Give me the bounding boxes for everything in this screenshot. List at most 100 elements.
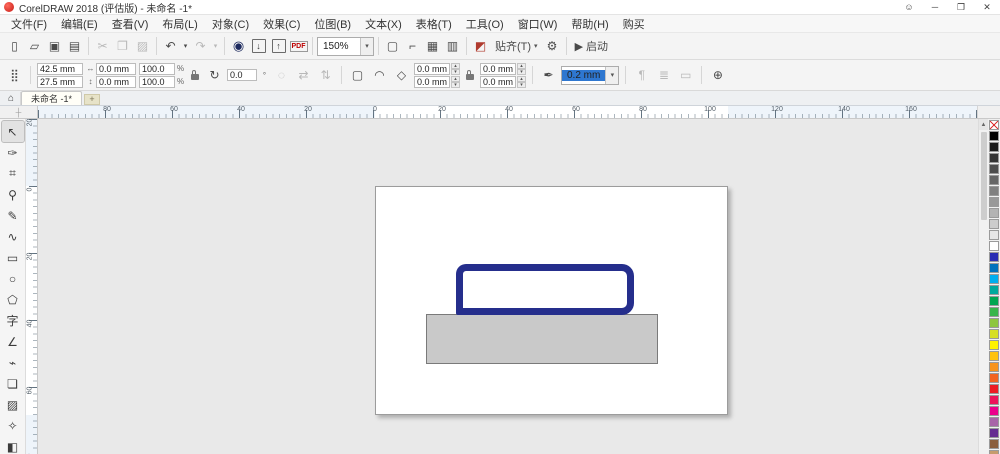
horizontal-ruler[interactable]: 80 60 40 20 0 20 40 60 80 100 120 140 160	[38, 106, 977, 118]
color-swatch[interactable]	[989, 318, 999, 328]
color-swatch[interactable]	[989, 153, 999, 163]
step-down-icon[interactable]: ▾	[517, 68, 526, 75]
print-button[interactable]: ▤	[65, 37, 84, 56]
lock-corners-button[interactable]	[463, 65, 477, 85]
object-height[interactable]	[96, 75, 136, 88]
step-down-icon[interactable]: ▾	[517, 81, 526, 88]
object-position-x[interactable]	[37, 62, 83, 75]
rectangle-tool[interactable]: ▭	[2, 247, 24, 268]
home-tab-button[interactable]: ⌂	[2, 92, 21, 105]
color-swatch[interactable]	[989, 219, 999, 229]
rotation-angle[interactable]	[227, 69, 257, 81]
color-swatch[interactable]	[989, 131, 999, 141]
eyedropper-tool[interactable]: ✧	[2, 415, 24, 436]
base-rectangle[interactable]	[426, 314, 658, 364]
search-content-button[interactable]: ◉	[229, 37, 248, 56]
close-button[interactable]: ✕	[974, 0, 1000, 14]
scroll-up-button[interactable]: ▲	[979, 119, 988, 130]
maximize-button[interactable]: ❐	[948, 0, 974, 14]
drop-shadow-tool[interactable]: ❏	[2, 373, 24, 394]
color-swatch[interactable]	[989, 296, 999, 306]
menu-item[interactable]: 文件(F)	[4, 16, 54, 32]
save-button[interactable]: ▣	[45, 37, 64, 56]
color-swatch[interactable]	[989, 329, 999, 339]
stepper[interactable]: ▴ ▾	[517, 62, 526, 75]
zoom-dropdown-icon[interactable]: ▾	[360, 37, 373, 55]
artistic-media-tool[interactable]: ∿	[2, 226, 24, 247]
color-swatch[interactable]	[989, 439, 999, 449]
color-swatch[interactable]	[989, 373, 999, 383]
corner-radius-top-right[interactable]	[480, 62, 516, 75]
grid-options-icon[interactable]: ⣿	[5, 66, 24, 85]
mirror-horizontal-button[interactable]: ⇄	[294, 66, 313, 85]
color-swatch[interactable]	[989, 175, 999, 185]
lock-ratio-button[interactable]	[188, 65, 202, 85]
document-tab[interactable]: 未命名 -1*	[21, 91, 83, 105]
options-button[interactable]: ⚙	[543, 37, 562, 56]
color-swatch[interactable]	[989, 307, 999, 317]
object-width[interactable]	[96, 62, 136, 75]
dimension-tool[interactable]: ∠	[2, 331, 24, 352]
ruler-origin[interactable]: ┼	[0, 106, 38, 118]
edit-fill-button[interactable]: ▭	[676, 66, 695, 85]
frame-shape[interactable]	[456, 264, 634, 315]
open-button[interactable]: ▱	[25, 37, 44, 56]
snap-to-button[interactable]: 贴齐(T) ▾	[491, 37, 542, 56]
redo-dropdown-icon[interactable]: ▾	[211, 37, 220, 56]
chamfered-corner-button[interactable]: ◇	[392, 66, 411, 85]
skew-icon[interactable]: ◌	[272, 66, 291, 85]
color-swatch[interactable]	[989, 406, 999, 416]
menu-item[interactable]: 帮助(H)	[564, 16, 615, 32]
color-swatch[interactable]	[989, 340, 999, 350]
drawing-canvas[interactable]	[38, 119, 978, 454]
text-properties-button[interactable]: ≣	[654, 66, 673, 85]
mirror-vertical-button[interactable]: ⇅	[316, 66, 335, 85]
menu-item[interactable]: 编辑(E)	[54, 16, 105, 32]
color-swatch[interactable]	[989, 274, 999, 284]
scrollbar-thumb[interactable]	[980, 132, 987, 220]
no-color-swatch[interactable]	[989, 120, 999, 130]
show-grid-button[interactable]: ▦	[423, 37, 442, 56]
object-position-y[interactable]	[37, 75, 83, 88]
text-tool[interactable]: 字	[2, 310, 24, 331]
color-swatch[interactable]	[989, 450, 999, 454]
zoom-level-combo[interactable]: 150% ▾	[317, 36, 374, 56]
vertical-ruler[interactable]: 20020406080	[26, 119, 38, 454]
menu-item[interactable]: 位图(B)	[307, 16, 358, 32]
shape-tool[interactable]: ✑	[2, 142, 24, 163]
menu-item[interactable]: 工具(O)	[459, 16, 511, 32]
scalloped-corner-button[interactable]: ◠	[370, 66, 389, 85]
zoom-tool[interactable]: ⚲	[2, 184, 24, 205]
step-down-icon[interactable]: ▾	[451, 68, 460, 75]
color-swatch[interactable]	[989, 186, 999, 196]
color-swatch[interactable]	[989, 241, 999, 251]
interactive-fill-tool[interactable]: ◧	[2, 436, 24, 454]
fullscreen-preview-button[interactable]: ▢	[383, 37, 402, 56]
color-swatch[interactable]	[989, 417, 999, 427]
account-icon[interactable]: ☺	[896, 0, 922, 14]
color-swatch[interactable]	[989, 285, 999, 295]
corner-radius-bottom-left[interactable]	[414, 75, 450, 88]
paste-button[interactable]: ▨	[133, 37, 152, 56]
show-rulers-button[interactable]: ⌐	[403, 37, 422, 56]
pick-tool[interactable]: ↖	[0, 120, 25, 143]
stepper[interactable]: ▴ ▾	[451, 75, 460, 88]
menu-item[interactable]: 窗口(W)	[511, 16, 565, 32]
menu-item[interactable]: 效果(C)	[256, 16, 307, 32]
copy-button[interactable]: ❐	[113, 37, 132, 56]
color-swatch[interactable]	[989, 362, 999, 372]
publish-pdf-button[interactable]: PDF	[289, 37, 308, 56]
color-swatch[interactable]	[989, 428, 999, 438]
color-swatch[interactable]	[989, 351, 999, 361]
scale-x[interactable]	[139, 62, 175, 75]
corner-radius-top-left[interactable]	[414, 62, 450, 75]
redo-button[interactable]: ↷	[191, 37, 210, 56]
undo-dropdown-icon[interactable]: ▾	[181, 37, 190, 56]
menu-item[interactable]: 对象(C)	[205, 16, 256, 32]
stepper[interactable]: ▴ ▾	[451, 62, 460, 75]
menu-item[interactable]: 购买	[616, 16, 652, 32]
quick-customize-button[interactable]: ⊕	[708, 66, 727, 85]
color-swatch[interactable]	[989, 395, 999, 405]
transparency-tool[interactable]: ▨	[2, 394, 24, 415]
crop-tool[interactable]: ⌗	[2, 163, 24, 184]
